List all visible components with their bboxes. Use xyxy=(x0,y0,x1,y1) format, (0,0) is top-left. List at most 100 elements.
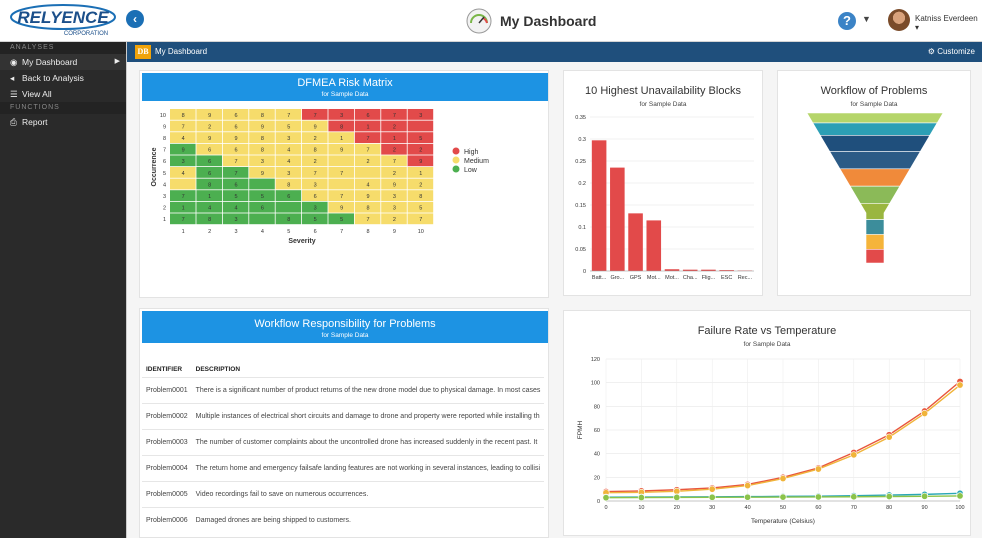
funnel-segment xyxy=(806,112,944,124)
matrix-cell-label: 9 xyxy=(340,148,343,154)
matrix-cell-label: 5 xyxy=(261,194,264,200)
y-tick-label: 0.15 xyxy=(575,203,586,209)
page-title: My Dashboard xyxy=(500,13,597,29)
matrix-cell-label: 2 xyxy=(393,124,396,130)
x-tick-label: Mot... xyxy=(647,275,661,281)
dashboard-title: My Dashboard xyxy=(155,47,208,56)
matrix-cell-label: 7 xyxy=(366,217,369,223)
matrix-cell-label: 4 xyxy=(287,159,290,165)
matrix-cell-label: 9 xyxy=(182,148,185,154)
sidebar-item-my-dashboard[interactable]: ◉ My Dashboard ▶ xyxy=(0,54,126,70)
matrix-cell-label: 6 xyxy=(234,182,237,188)
collapse-sidebar-icon[interactable]: ‹ xyxy=(126,10,144,28)
x-tick-label: Mot... xyxy=(665,275,679,281)
matrix-cell-label: 9 xyxy=(340,206,343,212)
dashboard-gauge-icon xyxy=(466,8,492,34)
matrix-cell-label: 7 xyxy=(234,159,237,165)
problem-description: Multiple instances of electrical short c… xyxy=(191,402,545,429)
matrix-cell-label: 5 xyxy=(419,136,422,142)
matrix-cell xyxy=(170,178,196,190)
table-row[interactable]: Problem0001 There is a significant number… xyxy=(142,376,545,403)
y-axis-label: FPMH xyxy=(577,420,584,439)
matrix-cell-label: 7 xyxy=(340,194,343,200)
chevron-down-icon[interactable]: ▼ xyxy=(862,14,871,24)
data-point xyxy=(602,494,610,502)
x-axis-label: Severity xyxy=(288,238,315,245)
x-tick-label: 4 xyxy=(261,229,264,235)
data-point xyxy=(673,493,681,501)
matrix-cell-label: 3 xyxy=(182,159,185,165)
matrix-cell-label: 7 xyxy=(419,217,422,223)
gear-icon: ⚙ xyxy=(927,47,935,56)
relyence-logo[interactable]: RELYENCE CORPORATION xyxy=(8,2,118,38)
y-tick-label: 1 xyxy=(163,217,166,223)
legend-marker xyxy=(452,165,460,173)
matrix-cell-label: 8 xyxy=(287,217,290,223)
responsibility-table-wrap[interactable]: IDENTIFIER DESCRIPTION Problem0001 There … xyxy=(142,363,548,533)
table-row[interactable]: Problem0004 The return home and emergency… xyxy=(142,454,545,481)
x-tick-label: 30 xyxy=(709,505,715,511)
table-row[interactable]: Problem0003 The number of customer compla… xyxy=(142,428,545,455)
x-tick-label: 40 xyxy=(745,505,751,511)
sidebar: ANALYSES ◉ My Dashboard ▶ ◂ Back to Analysi… xyxy=(0,42,126,538)
x-tick-label: 1 xyxy=(182,229,185,235)
x-tick-label: 3 xyxy=(234,229,237,235)
matrix-cell-label: 1 xyxy=(208,194,211,200)
table-row[interactable]: Problem0005 Video recordings fail to save… xyxy=(142,480,545,507)
table-row[interactable]: Problem0002 Multiple instances of electri… xyxy=(142,402,545,429)
matrix-cell-label: 8 xyxy=(287,182,290,188)
avatar[interactable] xyxy=(888,9,910,31)
matrix-cell-label: 8 xyxy=(261,113,264,119)
user-menu[interactable]: Katniss Everdeen ▾ xyxy=(915,14,982,32)
matrix-cell-label: 6 xyxy=(234,124,237,130)
y-tick-label: 3 xyxy=(163,194,166,200)
matrix-cell-label: 7 xyxy=(287,113,290,119)
help-icon[interactable]: ? xyxy=(838,12,856,30)
data-point xyxy=(850,451,858,459)
matrix-cell-label: 9 xyxy=(208,136,211,142)
column-header-identifier[interactable]: IDENTIFIER xyxy=(142,363,192,377)
x-tick-label: 20 xyxy=(674,505,680,511)
x-tick-label: 9 xyxy=(393,229,396,235)
x-tick-label: 10 xyxy=(418,229,424,235)
bar xyxy=(591,140,607,271)
matrix-cell-label: 6 xyxy=(366,113,369,119)
matrix-cell-label: 3 xyxy=(234,217,237,223)
sidebar-item-back-to-analysis[interactable]: ◂ Back to Analysis xyxy=(0,70,126,86)
matrix-cell-label: 1 xyxy=(393,136,396,142)
matrix-cell-label: 7 xyxy=(314,171,317,177)
responsibility-header: Workflow Responsibility for Problems for… xyxy=(142,311,548,343)
data-point xyxy=(956,492,964,500)
matrix-cell-label: 1 xyxy=(419,171,422,177)
problem-id: Problem0004 xyxy=(142,454,192,481)
problem-id: Problem0001 xyxy=(142,376,192,403)
problem-description: Damaged drones are being shipped to cust… xyxy=(191,506,545,533)
responsibility-panel: Workflow Responsibility for Problems for… xyxy=(139,308,549,538)
customize-button[interactable]: ⚙ Customize xyxy=(928,47,975,56)
data-point xyxy=(956,381,964,389)
data-point xyxy=(744,493,752,501)
sidebar-header-analyses: ANALYSES xyxy=(0,42,126,54)
risk-matrix-chart: 8 9 6 8 7 7 3 6 7 3 7 2 6 9 5 9 8 1 2 4 9 9 8 3 2 1 7 1 5 9 6 6 8 4 8 9 7 2 2 3… xyxy=(151,109,489,245)
sidebar-item-view-all[interactable]: ☰ View All xyxy=(0,86,126,102)
data-point xyxy=(921,409,929,417)
matrix-cell-label: 2 xyxy=(366,159,369,165)
unavailability-title: 10 Highest Unavailability Blocks xyxy=(585,85,741,97)
risk-matrix-panel: DFMEA Risk Matrix for Sample Data 8 9 6 8 7 7… xyxy=(139,70,549,298)
matrix-cell-label: 5 xyxy=(287,124,290,130)
problem-id: Problem0002 xyxy=(142,402,192,429)
column-header-description[interactable]: DESCRIPTION xyxy=(192,363,545,377)
matrix-cell-label: 6 xyxy=(234,113,237,119)
x-tick-label: 90 xyxy=(922,505,928,511)
table-row[interactable]: Problem0006 Damaged drones are being ship… xyxy=(142,506,545,533)
legend-marker xyxy=(452,147,460,155)
matrix-cell-label: 5 xyxy=(314,217,317,223)
x-tick-label: Cha... xyxy=(683,275,698,281)
matrix-cell-label: 3 xyxy=(393,206,396,212)
matrix-cell-label: 3 xyxy=(340,113,343,119)
x-tick-label: 80 xyxy=(886,505,892,511)
y-tick-label: 7 xyxy=(163,148,166,154)
problem-id: Problem0005 xyxy=(142,480,192,507)
sidebar-item-report[interactable]: ⎙ Report xyxy=(0,114,126,130)
matrix-cell-label: 6 xyxy=(234,148,237,154)
